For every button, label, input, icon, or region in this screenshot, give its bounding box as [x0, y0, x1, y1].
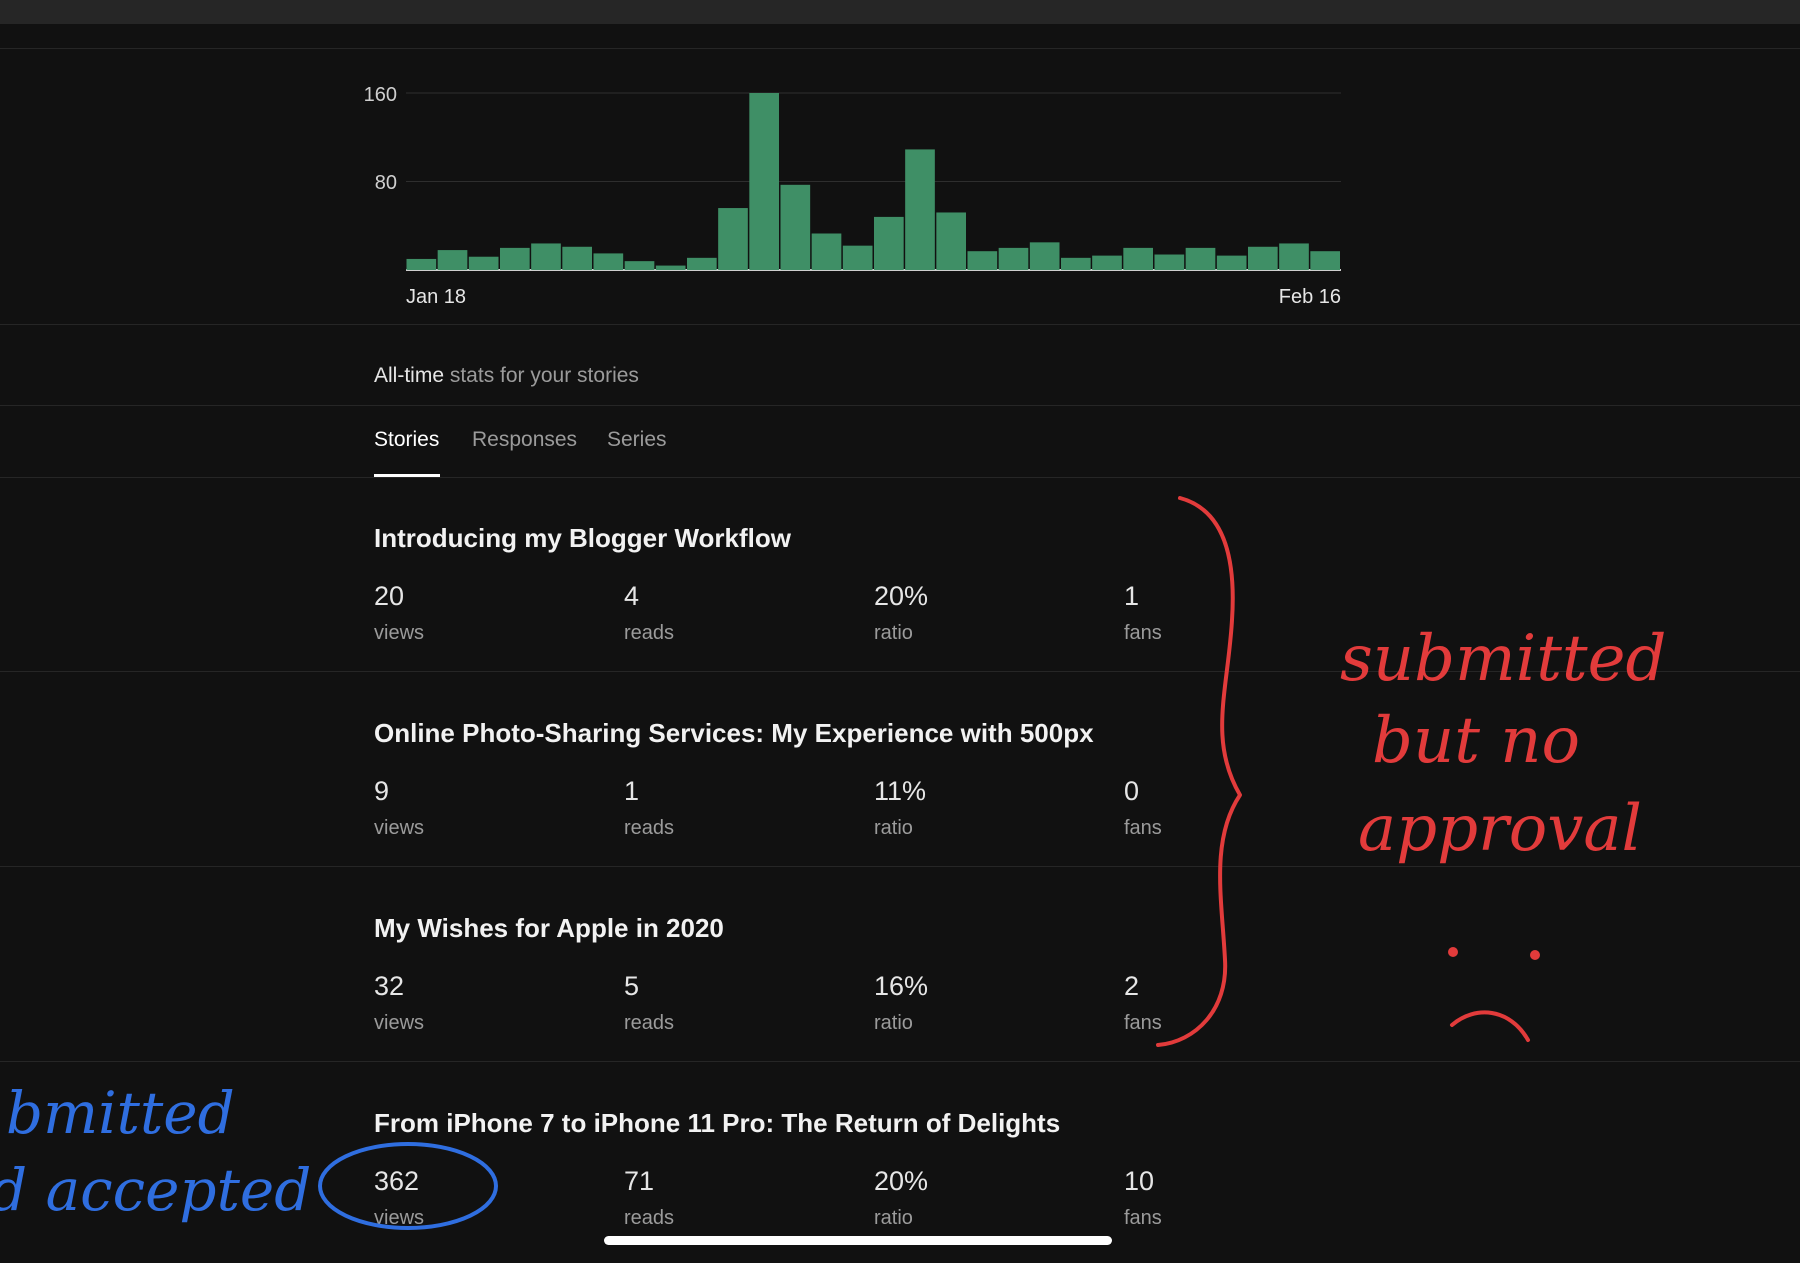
blue-note-line: bmitted	[6, 1079, 235, 1147]
home-indicator	[604, 1236, 1112, 1245]
red-curly-brace	[1156, 496, 1242, 1047]
sad-face-eye	[1530, 950, 1540, 960]
red-note-line: approval	[1358, 792, 1642, 866]
sad-face-eye	[1448, 947, 1458, 957]
blue-note-line: d accepted	[0, 1156, 311, 1224]
handwritten-annotations: submitted but no approval bmitted d acce…	[0, 496, 1666, 1230]
blue-circle-around-views	[318, 1142, 498, 1230]
red-note-line: but no	[1372, 704, 1580, 778]
red-note-line: submitted	[1340, 622, 1666, 696]
sad-face-mouth	[1450, 1010, 1530, 1042]
